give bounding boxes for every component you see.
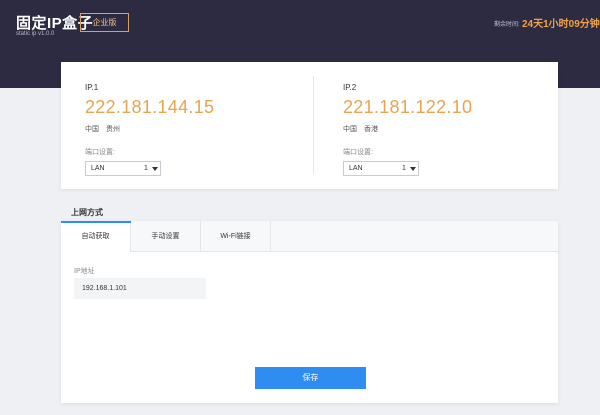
tab-bar: 自动获取 手动设置 Wi-Fi链接 [61,221,558,252]
network-card: 自动获取 手动设置 Wi-Fi链接 IP地址 保存 [61,221,558,403]
chevron-down-icon [410,167,416,171]
remaining-time-value: 24天1小时09分钟 [522,19,600,30]
chevron-down-icon [152,167,158,171]
ip-card: IP.1 222.181.144.15 中国 贵州 端口设置: LAN 1 IP.… [61,62,558,189]
ip-name: IP.1 [85,83,99,92]
ip-address: 222.181.144.15 [85,97,215,117]
port-type: LAN [349,165,363,172]
enterprise-edition-button[interactable]: 企业版 [80,13,129,32]
ip-address-label: IP地址 [74,268,95,275]
port-number: 1 [144,165,148,172]
ip-block-2: IP.2 221.181.122.10 中国 香港 端口设置: LAN 1 [343,62,583,189]
port-setting-label: 端口设置: [343,149,373,156]
ip-divider [313,76,314,174]
tab-manual[interactable]: 手动设置 [131,221,201,252]
section-title: 上网方式 [71,208,103,217]
port-select[interactable]: LAN 1 [85,161,161,176]
ip-address-input[interactable] [74,278,206,299]
app-version: static ip v1.0.0 [16,31,55,37]
ip-region: 香港 [364,126,378,133]
port-number: 1 [402,165,406,172]
ip-country: 中国 [85,126,99,133]
port-setting-label: 端口设置: [85,149,115,156]
ip-location: 中国 香港 [343,124,385,134]
ip-region: 贵州 [106,126,120,133]
port-type: LAN [91,165,105,172]
ip-address: 221.181.122.10 [343,97,473,117]
remaining-time-label: 剩余时间: [494,22,520,28]
port-select[interactable]: LAN 1 [343,161,419,176]
save-button[interactable]: 保存 [255,367,366,389]
tab-auto[interactable]: 自动获取 [61,221,131,252]
tab-wifi[interactable]: Wi-Fi链接 [201,221,271,252]
ip-block-1: IP.1 222.181.144.15 中国 贵州 端口设置: LAN 1 [85,62,325,189]
ip-country: 中国 [343,126,357,133]
ip-name: IP.2 [343,83,357,92]
ip-location: 中国 贵州 [85,124,127,134]
